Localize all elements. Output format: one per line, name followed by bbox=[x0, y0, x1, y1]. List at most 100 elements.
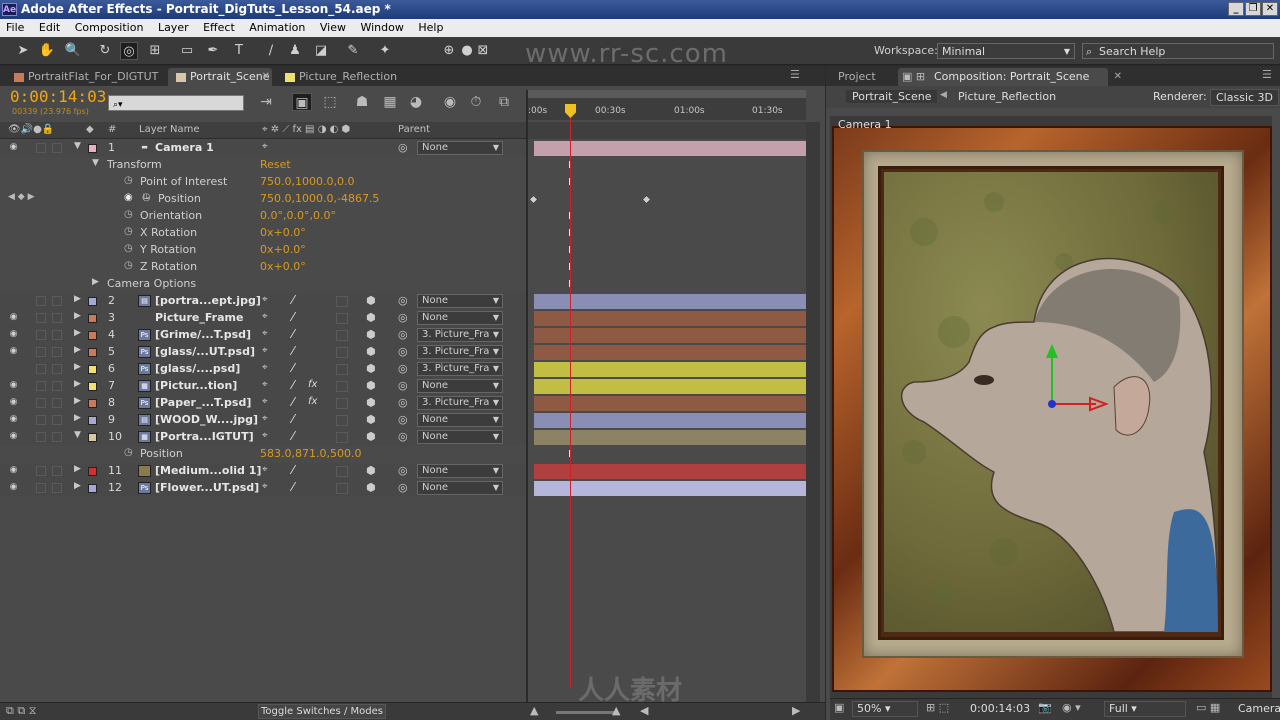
timeline-vertical-scrollbar[interactable] bbox=[806, 122, 820, 702]
shy-switch-icon[interactable]: ⌖ bbox=[262, 396, 268, 407]
stopwatch-active-icon[interactable]: ◉ bbox=[124, 192, 133, 203]
layer-row[interactable]: ◉ ▶ 9 ▤ [WOOD_W....jpg] ⌖ ⁄ ⬢ ◎ None ▼ bbox=[0, 412, 526, 429]
auto-keyframe-icon[interactable]: ⏱ bbox=[466, 93, 486, 111]
label-color-swatch[interactable] bbox=[88, 433, 97, 442]
expand-triangle-icon[interactable]: ▶ bbox=[74, 481, 81, 491]
menu-help[interactable]: Help bbox=[418, 21, 443, 34]
effect-switch-icon[interactable]: fx bbox=[308, 396, 317, 407]
menu-effect[interactable]: Effect bbox=[203, 21, 235, 34]
shy-switch-icon[interactable]: ⌖ bbox=[262, 379, 268, 390]
lock-switch[interactable] bbox=[52, 398, 62, 408]
expand-triangle-icon[interactable]: ▶ bbox=[74, 396, 81, 406]
motion-blur-icon[interactable]: ◕ bbox=[406, 93, 426, 111]
property-value[interactable]: 0x+0.0° bbox=[260, 243, 306, 256]
snapshot-icon[interactable]: 📷 bbox=[1038, 701, 1052, 714]
property-value[interactable]: 0x+0.0° bbox=[260, 260, 306, 273]
property-value[interactable]: 0x+0.0° bbox=[260, 226, 306, 239]
stopwatch-icon[interactable]: ◷ bbox=[124, 209, 133, 220]
always-preview-icon[interactable]: ▣ bbox=[834, 701, 844, 714]
quality-switch-icon[interactable]: ⁄ bbox=[292, 327, 294, 341]
layer-duration-bar[interactable] bbox=[534, 362, 806, 377]
3d-layer-cube-icon[interactable]: ⬢ bbox=[366, 345, 376, 358]
effect-switch-icon[interactable]: fx bbox=[308, 379, 317, 390]
breadcrumb-picture-reflection[interactable]: Picture_Reflection bbox=[958, 90, 1056, 103]
layer-row[interactable]: ▶ 2 ▤ [portra...ept.jpg] ⌖ ⁄ ⬢ ◎ None ▼ bbox=[0, 293, 526, 310]
parent-dropdown[interactable]: None ▼ bbox=[417, 430, 503, 444]
quality-switch-icon[interactable]: ⁄ bbox=[292, 293, 294, 307]
3d-layer-cube-icon[interactable]: ⬢ bbox=[366, 464, 376, 477]
lock-switch[interactable] bbox=[52, 330, 62, 340]
stopwatch-icon[interactable]: ◷ bbox=[124, 175, 133, 186]
quality-switch-icon[interactable]: ⁄ bbox=[292, 344, 294, 358]
unified-camera-tool-icon[interactable]: ◎ bbox=[120, 42, 138, 60]
solo-switch[interactable] bbox=[36, 483, 46, 493]
layer-row[interactable]: ◉ ▼ 10 ▦ [Portra...IGTUT] ⌖ ⁄ ⬢ ◎ None ▼ bbox=[0, 429, 526, 446]
layer-duration-bar[interactable] bbox=[534, 396, 806, 411]
3d-layer-cube-icon[interactable]: ⬢ bbox=[366, 362, 376, 375]
expand-triangle-icon[interactable]: ▶ bbox=[74, 294, 81, 304]
parent-dropdown[interactable]: None ▼ bbox=[417, 413, 503, 427]
label-color-swatch[interactable] bbox=[88, 382, 97, 391]
channel-icon[interactable]: ◉ ▾ bbox=[1062, 701, 1081, 714]
pick-whip-icon[interactable]: ◎ bbox=[398, 396, 408, 409]
pick-whip-icon[interactable]: ◎ bbox=[398, 481, 408, 494]
quality-switch-icon[interactable]: ⁄ bbox=[292, 361, 294, 375]
menu-layer[interactable]: Layer bbox=[158, 21, 189, 34]
parent-dropdown[interactable]: None ▼ bbox=[417, 481, 503, 495]
menu-composition[interactable]: Composition bbox=[75, 21, 144, 34]
layer-name[interactable]: [Portra...IGTUT] bbox=[155, 430, 254, 443]
close-tab-icon[interactable]: ✕ bbox=[1114, 68, 1122, 86]
adjustment-layer-switch[interactable] bbox=[336, 483, 348, 494]
layer-duration-bar[interactable] bbox=[534, 379, 806, 394]
solo-switch[interactable] bbox=[36, 313, 46, 323]
lock-switch[interactable] bbox=[52, 415, 62, 425]
stopwatch-icon[interactable]: ◷ bbox=[124, 260, 133, 271]
brush-tool-icon[interactable]: ∕ bbox=[262, 42, 280, 60]
expand-triangle-icon[interactable]: ▶ bbox=[74, 464, 81, 474]
expand-triangle-icon[interactable]: ▶ bbox=[74, 328, 81, 338]
pan-behind-tool-icon[interactable]: ⊞ bbox=[146, 42, 164, 60]
pick-whip-icon[interactable]: ◎ bbox=[398, 294, 408, 307]
property-value[interactable]: Reset bbox=[260, 158, 291, 171]
rotation-tool-icon[interactable]: ↻ bbox=[96, 42, 114, 60]
label-color-swatch[interactable] bbox=[88, 416, 97, 425]
adjustment-layer-switch[interactable] bbox=[336, 432, 348, 443]
type-tool-icon[interactable]: T bbox=[230, 42, 248, 60]
stopwatch-icon[interactable]: ◷ bbox=[124, 226, 133, 237]
menu-view[interactable]: View bbox=[320, 21, 346, 34]
pick-whip-icon[interactable]: ◎ bbox=[398, 430, 408, 443]
quality-switch-icon[interactable]: ⁄ bbox=[292, 310, 294, 324]
number-column-header[interactable]: # bbox=[108, 124, 116, 135]
stopwatch-icon[interactable]: ◷ bbox=[124, 447, 133, 458]
3d-view-dropdown[interactable]: Camera bbox=[1238, 702, 1280, 715]
solo-switch[interactable] bbox=[36, 466, 46, 476]
layer-duration-bar[interactable] bbox=[534, 430, 806, 445]
puppet-pin-tool-icon[interactable]: ✦ bbox=[376, 42, 394, 60]
layer-name[interactable]: [glass/...UT.psd] bbox=[155, 345, 255, 358]
expand-triangle-icon[interactable]: ▶ bbox=[74, 379, 81, 389]
current-time-display[interactable]: 0:00:14:03 bbox=[10, 87, 106, 106]
tab-portrait-scene[interactable]: Portrait_Scene ✕ bbox=[168, 68, 272, 86]
adjustment-layer-switch[interactable] bbox=[336, 398, 348, 409]
menu-window[interactable]: Window bbox=[360, 21, 403, 34]
layer-row[interactable]: ◉ ▶ 3 Picture_Frame ⌖ ⁄ ⬢ ◎ None ▼ bbox=[0, 310, 526, 327]
parent-dropdown[interactable]: 3. Picture_Fra ▼ bbox=[417, 362, 503, 376]
toggle-switches-modes-button[interactable]: Toggle Switches / Modes bbox=[258, 704, 386, 719]
label-color-swatch[interactable] bbox=[88, 348, 97, 357]
label-color-swatch[interactable] bbox=[88, 314, 97, 323]
layer-name[interactable]: [Pictur...tion] bbox=[155, 379, 237, 392]
renderer-button[interactable]: Classic 3D bbox=[1210, 89, 1280, 106]
visibility-eye-icon[interactable]: ◉ bbox=[8, 397, 19, 408]
property-value[interactable]: 750.0,1000.0,0.0 bbox=[260, 175, 354, 188]
lock-switch[interactable] bbox=[52, 381, 62, 391]
adjustment-layer-switch[interactable] bbox=[336, 381, 348, 392]
parent-dropdown[interactable]: None ▼ bbox=[417, 379, 503, 393]
3d-layer-cube-icon[interactable]: ⬢ bbox=[366, 294, 376, 307]
quality-switch-icon[interactable]: ⁄ bbox=[292, 463, 294, 477]
adjustment-layer-switch[interactable] bbox=[336, 415, 348, 426]
layer-search-input[interactable]: ⌕▾ bbox=[108, 95, 244, 111]
shy-switch-icon[interactable]: ⌖ bbox=[262, 413, 268, 424]
maximize-button[interactable]: ❐ bbox=[1245, 2, 1261, 16]
view-axis-icon[interactable]: ⊠ bbox=[474, 42, 492, 60]
parent-dropdown[interactable]: 3. Picture_Fra ▼ bbox=[417, 328, 503, 342]
